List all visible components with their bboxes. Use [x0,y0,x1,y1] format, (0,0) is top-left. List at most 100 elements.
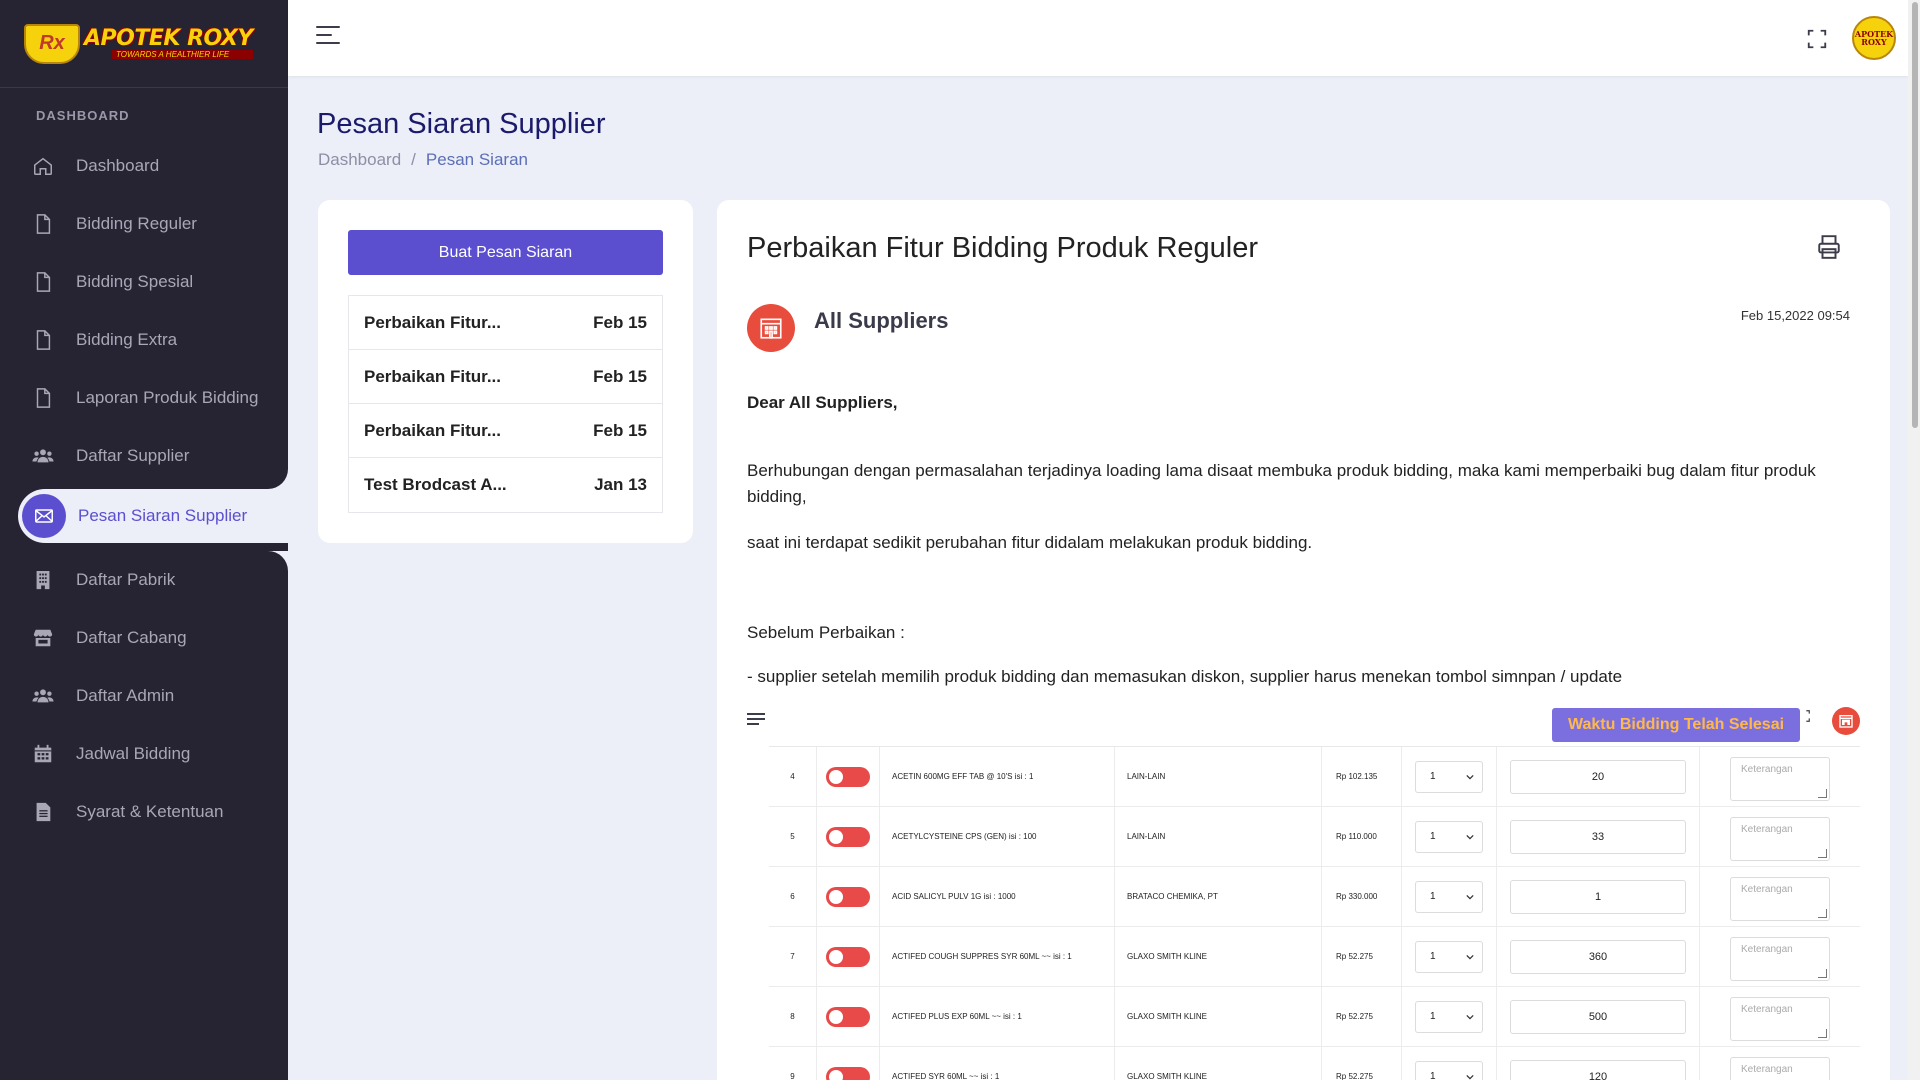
page-title: Pesan Siaran Supplier [317,108,606,140]
table-row: 6 ACID SALICYL PULV 1G isi : 1000 BRATAC… [769,867,1860,927]
logo-area: Rx APOTEK ROXY TOWARDS A HEALTHIER LIFE [0,0,288,88]
fullscreen-icon[interactable] [1806,28,1828,50]
product-price: Rp 102.135 [1322,747,1402,806]
fullscreen-icon [1806,710,1810,722]
select-value: 1 [1430,891,1436,902]
message-paragraph: - supplier setelah memilih produk biddin… [747,667,1623,686]
sidebar-item-dashboard[interactable]: Dashboard [0,137,288,195]
sidebar-item-pesan-siaran-supplier[interactable]: Pesan Siaran Supplier [18,489,288,543]
table-row: 4 ACETIN 600MG EFF TAB @ 10'S isi : 1 LA… [769,747,1860,807]
chevron-down-icon [1466,1014,1474,1019]
page-scrollbar[interactable] [1908,0,1920,1080]
list-item[interactable]: Test Brodcast A... Jan 13 [349,458,662,512]
top-header: APOTEK ROXY [288,0,1908,76]
create-broadcast-button[interactable]: Buat Pesan Siaran [348,230,663,275]
sidebar-item-label: Syarat & Ketentuan [76,802,224,821]
chevron-down-icon [1466,894,1474,899]
message-title: Perbaikan Fitur... [364,312,501,332]
row-number: 6 [769,867,817,926]
message-list: Perbaikan Fitur... Feb 15 Perbaikan Fitu… [348,295,663,513]
message-title: Test Brodcast A... [364,475,507,494]
note-field: Keterangan [1730,876,1830,921]
row-toggle [826,886,870,907]
chevron-down-icon [1466,774,1474,779]
print-icon[interactable] [1816,234,1842,260]
sidebar-item-daftar-cabang[interactable]: Daftar Cabang [0,609,288,667]
product-price: Rp 110.000 [1322,807,1402,866]
breadcrumb-separator: / [411,150,416,169]
menu-toggle-icon[interactable] [316,26,340,46]
select-value: 1 [1430,951,1436,962]
embedded-header: Waktu Bidding Telah Selesai [747,705,1860,743]
select-value: 1 [1430,831,1436,842]
breadcrumb: Dashboard / Pesan Siaran [318,150,528,170]
list-item[interactable]: Perbaikan Fitur... Feb 15 [349,350,662,404]
supplier-name: GLAXO SMITH KLINE [1115,1047,1322,1080]
supplier-name: LAIN-LAIN [1115,807,1322,866]
file-icon [28,213,58,235]
sidebar-item-label: Bidding Spesial [76,272,194,291]
row-number: 8 [769,987,817,1046]
sidebar-item-syarat-ketentuan[interactable]: Syarat & Ketentuan [0,783,288,841]
user-avatar[interactable]: APOTEK ROXY [1852,16,1896,60]
quantity-select: 1 [1415,880,1483,913]
row-number: 5 [769,807,817,866]
table-row: 9 ACTIFED SYR 60ML ~~ isi : 1 GLAXO SMIT… [769,1047,1860,1080]
table-row: 5 ACETYLCYSTEINE CPS (GEN) isi : 100 LAI… [769,807,1860,867]
breadcrumb-item-current: Pesan Siaran [425,150,528,169]
row-number: 7 [769,927,817,986]
supplier-name: GLAXO SMITH KLINE [1115,987,1322,1046]
sidebar-item-label: Daftar Cabang [76,628,187,647]
row-toggle [826,766,870,787]
note-field: Keterangan [1730,936,1830,981]
quantity-field: 360 [1510,939,1686,974]
message-date: Feb 15 [593,420,647,440]
sidebar-item-label: Laporan Produk Bidding [76,388,259,407]
sidebar: Rx APOTEK ROXY TOWARDS A HEALTHIER LIFE … [0,0,288,1080]
sidebar-item-label: Bidding Reguler [76,214,197,233]
chevron-down-icon [1466,834,1474,839]
quantity-field: 33 [1510,819,1686,854]
quantity-select: 1 [1415,760,1483,793]
sidebar-item-daftar-admin[interactable]: Daftar Admin [0,667,288,725]
scrollbar-thumb[interactable] [1912,2,1918,428]
quantity-field: 500 [1510,999,1686,1034]
supplier-name: LAIN-LAIN [1115,747,1322,806]
calendar-icon [28,743,58,765]
row-number: 4 [769,747,817,806]
avatar-text: ROXY [1861,37,1887,47]
sidebar-item-jadwal-bidding[interactable]: Jadwal Bidding [0,725,288,783]
brand-logo[interactable]: Rx APOTEK ROXY TOWARDS A HEALTHIER LIFE [24,23,253,64]
note-field: Keterangan [1730,756,1830,801]
sidebar-item-bidding-extra[interactable]: Bidding Extra [0,311,288,369]
table-row: 8 ACTIFED PLUS EXP 60ML ~~ isi : 1 GLAXO… [769,987,1860,1047]
sidebar-item-bidding-reguler[interactable]: Bidding Reguler [0,195,288,253]
sender-name: All Suppliers [814,308,949,333]
logo-mortar-icon: Rx [24,23,80,64]
product-name: ACTIFED SYR 60ML ~~ isi : 1 [880,1047,1115,1080]
list-item[interactable]: Perbaikan Fitur... Feb 15 [349,404,662,458]
select-value: 1 [1430,771,1436,782]
document-icon [28,801,58,823]
sidebar-item-label: Pesan Siaran Supplier [78,506,248,525]
message-date: Feb 15 [593,366,647,386]
building-icon [747,304,795,352]
product-price: Rp 52.275 [1322,1047,1402,1080]
bidding-table: 4 ACETIN 600MG EFF TAB @ 10'S isi : 1 LA… [769,746,1860,1080]
breadcrumb-item-dashboard[interactable]: Dashboard [318,150,401,170]
product-price: Rp 330.000 [1322,867,1402,926]
list-item[interactable]: Perbaikan Fitur... Feb 15 [349,296,662,350]
product-price: Rp 52.275 [1322,927,1402,986]
select-value: 1 [1430,1011,1436,1022]
file-icon [28,387,58,409]
sidebar-item-laporan-produk-bidding[interactable]: Laporan Produk Bidding [0,369,288,427]
message-timestamp: Feb 15,2022 09:54 [1740,308,1850,323]
logo-tagline: TOWARDS A HEALTHIER LIFE [112,50,253,59]
row-toggle [826,1006,870,1027]
embedded-screenshot: Waktu Bidding Telah Selesai 4 ACETIN 600… [747,705,1860,1080]
row-toggle [826,946,870,967]
users-icon [28,685,58,707]
row-number: 9 [769,1047,817,1080]
sidebar-item-bidding-spesial[interactable]: Bidding Spesial [0,253,288,311]
supplier-name: GLAXO SMITH KLINE [1115,927,1322,986]
